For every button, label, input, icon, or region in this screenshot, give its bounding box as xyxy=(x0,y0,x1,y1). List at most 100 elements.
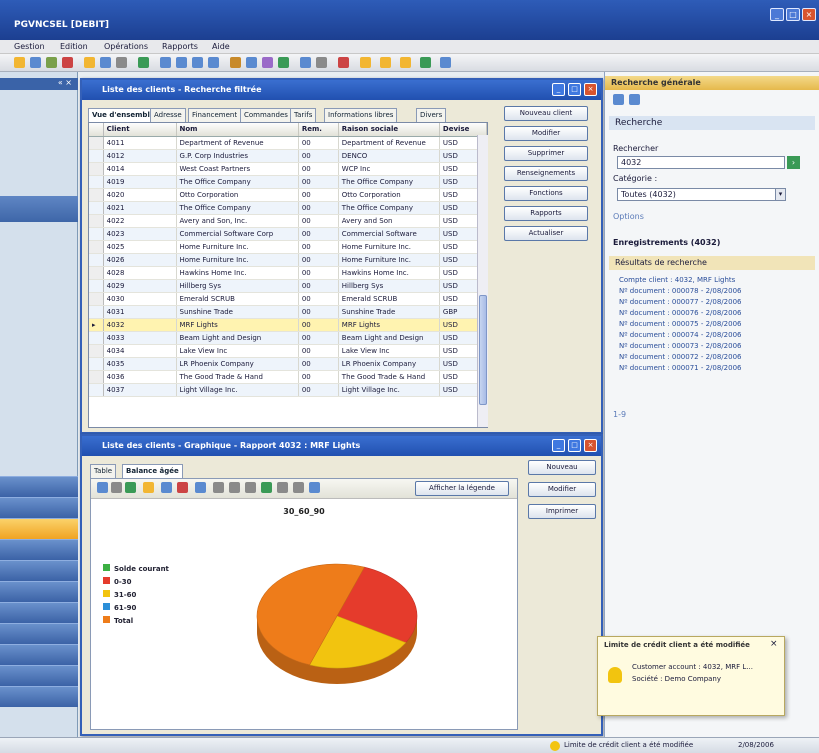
menu-item-edition[interactable]: Edition xyxy=(60,42,88,51)
nav-button-3[interactable] xyxy=(0,539,78,560)
refresh-button[interactable]: Actualiser xyxy=(504,226,588,241)
table-cell[interactable]: 4025 xyxy=(103,240,177,254)
row-selector[interactable] xyxy=(89,344,104,358)
search-go-icon[interactable]: › xyxy=(787,156,800,169)
table-cell[interactable]: The Office Company xyxy=(338,201,440,215)
table-row[interactable]: 4011 Department of Revenue 00 Department of… xyxy=(89,136,487,150)
table-cell[interactable]: 00 xyxy=(298,240,339,254)
table-cell[interactable]: LR Phoenix Company xyxy=(176,357,299,371)
refresh-icon[interactable] xyxy=(138,57,149,68)
table-cell[interactable]: Light Village Inc. xyxy=(176,383,299,397)
row-selector[interactable] xyxy=(89,331,104,345)
chart-3d-icon[interactable] xyxy=(213,482,224,493)
table-cell[interactable]: Beam Light and Design xyxy=(338,331,440,345)
chart-modify-button[interactable]: Modifier xyxy=(528,482,596,497)
forward-icon[interactable] xyxy=(629,94,640,105)
next-record-icon[interactable] xyxy=(192,57,203,68)
table-cell[interactable]: Commercial Software Corp xyxy=(176,227,299,241)
table-cell[interactable]: DENCO xyxy=(338,149,440,163)
table-row[interactable]: 4036 The Good Trade & Hand 00 The Good Trad… xyxy=(89,370,487,384)
table-cell[interactable]: Avery and Son, Inc. xyxy=(176,214,299,228)
row-selector[interactable] xyxy=(89,188,104,202)
chart-window-minimize-icon[interactable]: _ xyxy=(552,439,565,452)
table-cell[interactable]: 00 xyxy=(298,292,339,306)
search-result-item[interactable]: Nº document : 000071 - 2/08/2006 xyxy=(619,364,815,374)
table-cell[interactable]: Otto Corporation xyxy=(176,188,299,202)
options-link[interactable]: Options xyxy=(613,212,813,221)
row-selector[interactable] xyxy=(89,305,104,319)
settings-icon[interactable] xyxy=(440,57,451,68)
table-cell[interactable]: The Office Company xyxy=(176,201,299,215)
chart-series-icon[interactable] xyxy=(177,482,188,493)
reports-button[interactable]: Rapports xyxy=(504,206,588,221)
cut-icon[interactable] xyxy=(84,57,95,68)
tab-address[interactable]: Adresse xyxy=(150,108,186,122)
table-row[interactable]: ▸ 4032 MRF Lights 00 MRF Lights USD xyxy=(89,318,487,332)
table-cell[interactable]: 4032 xyxy=(103,318,177,332)
filter-icon[interactable] xyxy=(230,57,241,68)
table-cell[interactable]: Lake View Inc xyxy=(176,344,299,358)
table-cell[interactable]: 00 xyxy=(298,383,339,397)
table-cell[interactable]: 4021 xyxy=(103,201,177,215)
row-selector[interactable] xyxy=(89,162,104,176)
nav-button-9[interactable] xyxy=(0,665,78,686)
client-window-minimize-icon[interactable]: _ xyxy=(552,83,565,96)
table-cell[interactable]: 00 xyxy=(298,331,339,345)
table-cell[interactable]: 4014 xyxy=(103,162,177,176)
nav-button-10[interactable] xyxy=(0,686,78,707)
table-cell[interactable]: 4029 xyxy=(103,279,177,293)
mail-icon[interactable] xyxy=(420,57,431,68)
chart-axis-icon[interactable] xyxy=(293,482,304,493)
table-cell[interactable]: MRF Lights xyxy=(176,318,299,332)
table-cell[interactable]: Emerald SCRUB xyxy=(176,292,299,306)
row-selector[interactable] xyxy=(89,214,104,228)
table-cell[interactable]: Commercial Software xyxy=(338,227,440,241)
minimize-icon[interactable]: _ xyxy=(770,8,784,21)
table-cell[interactable]: 4031 xyxy=(103,305,177,319)
table-cell[interactable]: 4036 xyxy=(103,370,177,384)
chart-palette-icon[interactable] xyxy=(143,482,154,493)
tab-prices[interactable]: Tarifs xyxy=(290,108,317,122)
delete-button[interactable]: Supprimer xyxy=(504,146,588,161)
table-cell[interactable]: The Office Company xyxy=(338,175,440,189)
table-cell[interactable]: Hillberg Sys xyxy=(176,279,299,293)
tab-orders[interactable]: Commandes xyxy=(240,108,292,122)
table-cell[interactable]: 00 xyxy=(298,357,339,371)
table-cell[interactable]: Emerald SCRUB xyxy=(338,292,440,306)
show-legend-button[interactable]: Afficher la légende xyxy=(415,481,509,496)
search-result-item[interactable]: Nº document : 000074 - 2/08/2006 xyxy=(619,331,815,341)
report-icon[interactable] xyxy=(262,57,273,68)
tab-free-info[interactable]: Informations libres xyxy=(324,108,398,122)
tab-financing[interactable]: Financement xyxy=(188,108,242,122)
table-cell[interactable]: 4019 xyxy=(103,175,177,189)
stop-icon[interactable] xyxy=(338,57,349,68)
scrollbar-thumb[interactable] xyxy=(479,295,487,405)
chart-save-icon[interactable] xyxy=(125,482,136,493)
modify-button[interactable]: Modifier xyxy=(504,126,588,141)
chart-legend-icon[interactable] xyxy=(195,482,206,493)
functions-button[interactable]: Fonctions xyxy=(504,186,588,201)
info-button[interactable]: Renseignements xyxy=(504,166,588,181)
sort-icon[interactable] xyxy=(246,57,257,68)
row-selector[interactable] xyxy=(89,383,104,397)
table-cell[interactable]: 00 xyxy=(298,201,339,215)
previous-record-icon[interactable] xyxy=(176,57,187,68)
row-selector[interactable] xyxy=(89,227,104,241)
help-icon[interactable] xyxy=(360,57,371,68)
table-row[interactable]: 4033 Beam Light and Design 00 Beam Light an… xyxy=(89,331,487,345)
chart-options-icon[interactable] xyxy=(309,482,320,493)
table-cell[interactable]: Home Furniture Inc. xyxy=(176,253,299,267)
search-result-item[interactable]: Nº document : 000073 - 2/08/2006 xyxy=(619,342,815,352)
row-selector[interactable] xyxy=(89,253,104,267)
table-cell[interactable]: 4012 xyxy=(103,149,177,163)
table-cell[interactable]: Avery and Son xyxy=(338,214,440,228)
table-row[interactable]: 4022 Avery and Son, Inc. 00 Avery and Son US… xyxy=(89,214,487,228)
table-cell[interactable]: 00 xyxy=(298,279,339,293)
calendar-icon[interactable] xyxy=(380,57,391,68)
table-cell[interactable]: 00 xyxy=(298,344,339,358)
row-selector[interactable]: ▸ xyxy=(89,318,104,332)
nav-button-7[interactable] xyxy=(0,623,78,644)
table-cell[interactable]: Lake View Inc xyxy=(338,344,440,358)
paste-icon[interactable] xyxy=(116,57,127,68)
nav-button-6[interactable] xyxy=(0,602,78,623)
